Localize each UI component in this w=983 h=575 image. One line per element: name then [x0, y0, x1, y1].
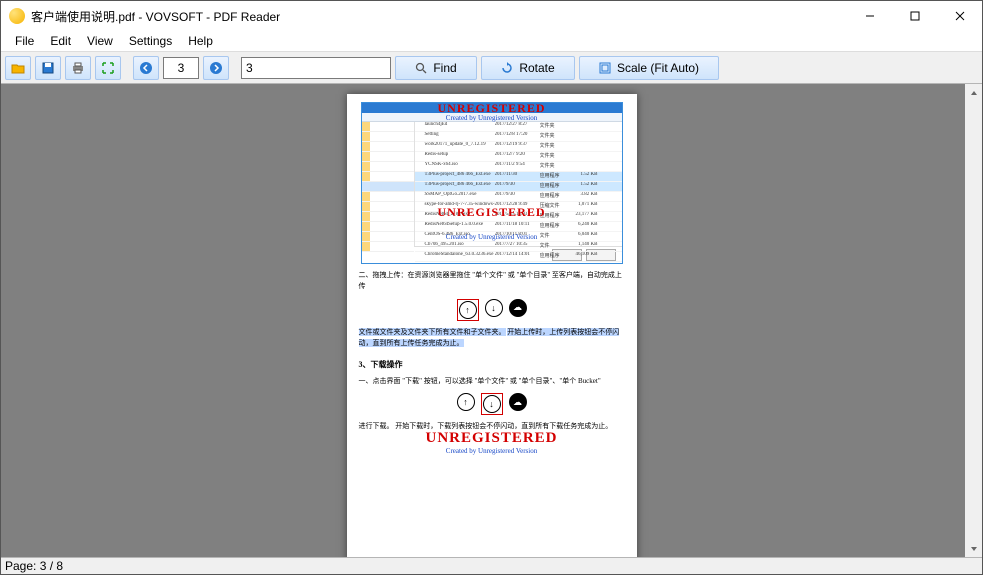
save-button[interactable]: [35, 56, 61, 80]
page-number-input[interactable]: [163, 57, 199, 79]
file-row: launch4jEd2017/12/27 8:27文件夹: [415, 122, 622, 132]
find-label: Find: [433, 61, 456, 75]
menu-bar: File Edit View Settings Help: [1, 31, 982, 51]
explorer-file-list: launch4jEd2017/12/27 8:27文件夹Setting2017/…: [415, 122, 622, 246]
scroll-track[interactable]: [965, 101, 982, 540]
file-row: T3Plus-project_486 466_Ext.exe2017/9/30应…: [415, 182, 622, 192]
menu-settings[interactable]: Settings: [121, 33, 180, 49]
app-window: 客户端使用说明.pdf - VOVSOFT - PDF Reader File …: [0, 0, 983, 575]
page-status: Page: 3 / 8: [5, 559, 63, 573]
open-button[interactable]: [5, 56, 31, 80]
scale-icon: [599, 62, 611, 74]
section-heading: 3、下载操作: [359, 359, 625, 370]
doc-paragraph: 文件或文件夹及文件夹下所有文件和子文件夹。 开始上传时，上传列表按钮会不停闪动，…: [359, 327, 625, 349]
fit-icon: [102, 62, 114, 74]
folder-open-icon: [11, 62, 25, 74]
menu-view[interactable]: View: [79, 33, 121, 49]
highlighted-text: 文件或文件夹及文件夹下所有文件和子文件夹。: [359, 328, 506, 336]
search-icon: [415, 62, 427, 74]
upload-icons: ↑ ↓ ☁: [355, 299, 629, 321]
printer-icon: [72, 62, 84, 74]
rotate-label: Rotate: [519, 61, 554, 75]
scale-label: Scale (Fit Auto): [617, 61, 699, 75]
app-icon: [9, 8, 25, 24]
minimize-button[interactable]: [847, 1, 892, 31]
vertical-scrollbar[interactable]: [965, 84, 982, 557]
find-input[interactable]: [241, 57, 391, 79]
rotate-button[interactable]: Rotate: [481, 56, 575, 80]
file-row: T3Plus-project_486 466_Ext.exe2017/11/30…: [415, 172, 622, 182]
file-row: work20171_update_0_7.12.192017/12/19 9:3…: [415, 142, 622, 152]
arrow-right-icon: [210, 62, 222, 74]
scroll-down-button[interactable]: [965, 540, 982, 557]
toolbar: Find Rotate Scale (Fit Auto): [1, 51, 982, 85]
file-row: Setting2017/12/8 17:20文件夹: [415, 132, 622, 142]
file-row: SSMAP_OptGo.2017.exe2017/9/30应用程序3.82 KB: [415, 192, 622, 202]
menu-help[interactable]: Help: [180, 33, 221, 49]
document-viewport[interactable]: UNREGISTERED Created by Unregistered Ver…: [1, 84, 982, 557]
menu-file[interactable]: File: [7, 33, 42, 49]
prev-page-button[interactable]: [133, 56, 159, 80]
watermark: UNREGISTERED: [355, 430, 629, 447]
scroll-up-button[interactable]: [965, 84, 982, 101]
file-row: Cb70b_495.201.iso2017/7/27 10:35文件1,140 …: [415, 242, 622, 252]
fit-button[interactable]: [95, 56, 121, 80]
menu-edit[interactable]: Edit: [42, 33, 79, 49]
embedded-screenshot: UNREGISTERED Created by Unregistered Ver…: [361, 102, 623, 264]
floppy-icon: [42, 62, 54, 74]
file-row: YCNSK-x64.iso2017/11/2 9:54文件夹: [415, 162, 622, 172]
titlebar: 客户端使用说明.pdf - VOVSOFT - PDF Reader: [1, 1, 982, 31]
rotate-icon: [501, 62, 513, 74]
status-bar: Page: 3 / 8: [1, 557, 982, 574]
explorer-nav: [362, 122, 415, 246]
find-button[interactable]: Find: [395, 56, 477, 80]
file-row: skype-for-amd-rj-7-7.35-windows-x64.zip2…: [415, 202, 622, 212]
maximize-button[interactable]: [892, 1, 937, 31]
pdf-page: UNREGISTERED Created by Unregistered Ver…: [347, 94, 637, 557]
download-icons: ↑ ↓ ☁: [355, 393, 629, 415]
file-row: ChromeStandalone_63.0.3236.exe2017/12/14…: [415, 252, 622, 262]
file-row: CentOS-6.486_Ext.iso2017/10/11 8:01文件6,0…: [415, 232, 622, 242]
file-row: RedisNet64_2_8.7.exe2017/5/15 15:03应用程序2…: [415, 212, 622, 222]
window-title: 客户端使用说明.pdf - VOVSOFT - PDF Reader: [31, 8, 847, 25]
next-page-button[interactable]: [203, 56, 229, 80]
doc-paragraph: 二、拖拽上传：在资源浏览器里拖住 "单个文件" 或 "单个目录" 至客户端，自动…: [359, 270, 625, 292]
doc-paragraph: 一、点击界面 "下载" 按钮，可以选择 "单个文件" 或 "单个目录"、"单个 …: [359, 376, 625, 387]
close-button[interactable]: [937, 1, 982, 31]
file-row: RedisNet64Setup-1.5.0.0.exe2017/11/18 10…: [415, 222, 622, 232]
scale-button[interactable]: Scale (Fit Auto): [579, 56, 719, 80]
file-row: Redis-setup2017/12/7 9:20文件夹: [415, 152, 622, 162]
arrow-left-icon: [140, 62, 152, 74]
watermark-sub: Created by Unregistered Version: [355, 447, 629, 455]
print-button[interactable]: [65, 56, 91, 80]
